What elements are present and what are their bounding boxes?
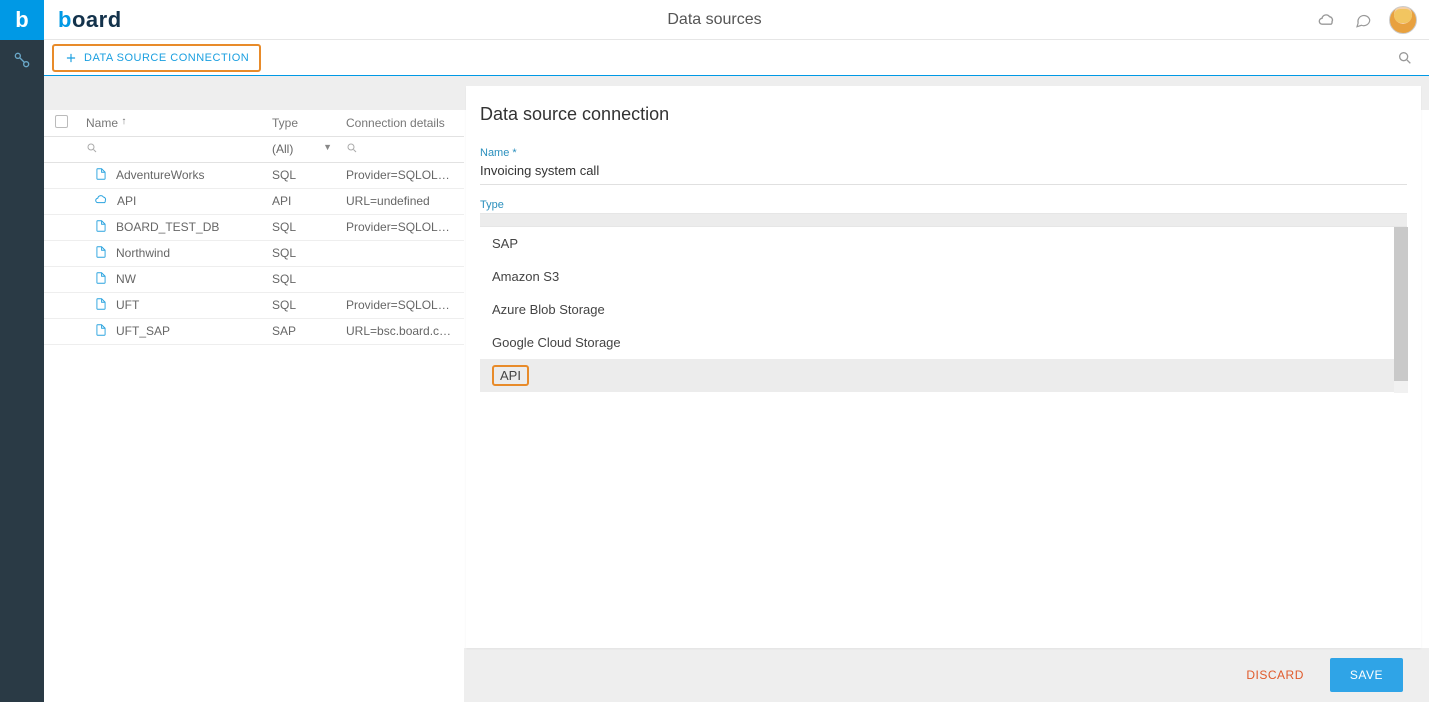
dropdown-scrollbar-track[interactable]: [1394, 227, 1408, 393]
row-connection: Provider=SQLOLEDB;D: [338, 162, 464, 188]
table-row[interactable]: APIAPIURL=undefined: [44, 188, 464, 214]
table-row[interactable]: UFT_SAP SAPURL=bsc.board.com:8: [44, 318, 464, 344]
data-source-table: Name ↑ Type Connection details (All) ▼ A…: [44, 110, 464, 702]
type-option-sap[interactable]: SAP: [480, 227, 1407, 260]
row-name: NW: [116, 272, 136, 286]
filter-connection[interactable]: [338, 136, 464, 162]
type-option-google-cloud-storage[interactable]: Google Cloud Storage: [480, 326, 1407, 359]
cloud-icon: [94, 192, 109, 210]
data-source-panel: Data source connection Name * Type SAPAm…: [466, 86, 1421, 648]
header-checkbox[interactable]: [44, 110, 78, 136]
file-icon: [94, 297, 108, 314]
header-type[interactable]: Type: [264, 110, 338, 136]
filter-name[interactable]: [78, 136, 264, 162]
row-connection: Provider=SQLOLEDB;D: [338, 214, 464, 240]
file-icon: [94, 219, 108, 236]
table-row[interactable]: AdventureWorks SQLProvider=SQLOLEDB;D: [44, 162, 464, 188]
search-icon: [346, 142, 358, 154]
row-type: SQL: [264, 292, 338, 318]
dropdown-scrollbar-thumb[interactable]: [1394, 227, 1408, 381]
app-logo-mark[interactable]: b: [0, 0, 44, 40]
type-option-azure-blob-storage[interactable]: Azure Blob Storage: [480, 293, 1407, 326]
header-connection-details[interactable]: Connection details: [338, 110, 464, 136]
file-icon: [94, 167, 108, 184]
row-name: Northwind: [116, 246, 170, 260]
row-connection: Provider=SQLOLEDB;D: [338, 292, 464, 318]
type-select[interactable]: [480, 213, 1407, 227]
row-type: SQL: [264, 240, 338, 266]
row-type: SQL: [264, 266, 338, 292]
row-type: API: [264, 188, 338, 214]
left-sidebar: [0, 40, 44, 702]
row-type: SQL: [264, 214, 338, 240]
panel-title: Data source connection: [480, 104, 1407, 125]
panel-footer: DISCARD SAVE: [466, 648, 1421, 702]
name-field-label: Name *: [480, 147, 1407, 159]
row-type: SAP: [264, 318, 338, 344]
name-input[interactable]: [480, 159, 1407, 185]
table-row[interactable]: NW SQL: [44, 266, 464, 292]
row-connection: URL=bsc.board.com:8: [338, 318, 464, 344]
type-option-amazon-s3[interactable]: Amazon S3: [480, 260, 1407, 293]
type-dropdown: SAPAmazon S3Azure Blob StorageGoogle Clo…: [480, 227, 1407, 392]
discard-button[interactable]: DISCARD: [1246, 668, 1304, 682]
search-icon: [86, 142, 98, 154]
cloud-icon[interactable]: [1317, 10, 1337, 30]
row-name: API: [117, 194, 136, 208]
row-connection: [338, 240, 464, 266]
page-title: Data sources: [0, 11, 1429, 29]
table-filter-row: (All) ▼: [44, 136, 464, 162]
action-bar: DATA SOURCE CONNECTION: [44, 40, 1429, 76]
chevron-down-icon: ▼: [323, 142, 332, 152]
user-avatar[interactable]: [1389, 6, 1417, 34]
sort-asc-icon: ↑: [121, 116, 126, 127]
save-button[interactable]: SAVE: [1330, 658, 1403, 692]
row-name: AdventureWorks: [116, 168, 204, 182]
top-bar: b board Data sources: [0, 0, 1429, 40]
table-row[interactable]: Northwind SQL: [44, 240, 464, 266]
sidebar-connections-icon[interactable]: [0, 40, 44, 80]
search-icon[interactable]: [1395, 48, 1415, 68]
app-logo-text: board: [58, 7, 122, 33]
filter-type[interactable]: (All) ▼: [264, 136, 338, 162]
table-row[interactable]: BOARD_TEST_DB SQLProvider=SQLOLEDB;D: [44, 214, 464, 240]
row-connection: [338, 266, 464, 292]
row-name: BOARD_TEST_DB: [116, 220, 219, 234]
chat-icon[interactable]: [1353, 10, 1373, 30]
row-type: SQL: [264, 162, 338, 188]
row-connection: URL=undefined: [338, 188, 464, 214]
file-icon: [94, 245, 108, 262]
new-data-source-label: DATA SOURCE CONNECTION: [84, 52, 249, 64]
new-data-source-button[interactable]: DATA SOURCE CONNECTION: [52, 44, 261, 72]
row-name: UFT: [116, 298, 139, 312]
table-row[interactable]: UFT SQLProvider=SQLOLEDB;D: [44, 292, 464, 318]
table-header-row: Name ↑ Type Connection details: [44, 110, 464, 136]
file-icon: [94, 323, 108, 340]
type-field-label: Type: [480, 199, 1407, 211]
file-icon: [94, 271, 108, 288]
header-name[interactable]: Name ↑: [78, 110, 264, 136]
row-name: UFT_SAP: [116, 324, 170, 338]
type-option-api[interactable]: API: [480, 359, 1407, 392]
